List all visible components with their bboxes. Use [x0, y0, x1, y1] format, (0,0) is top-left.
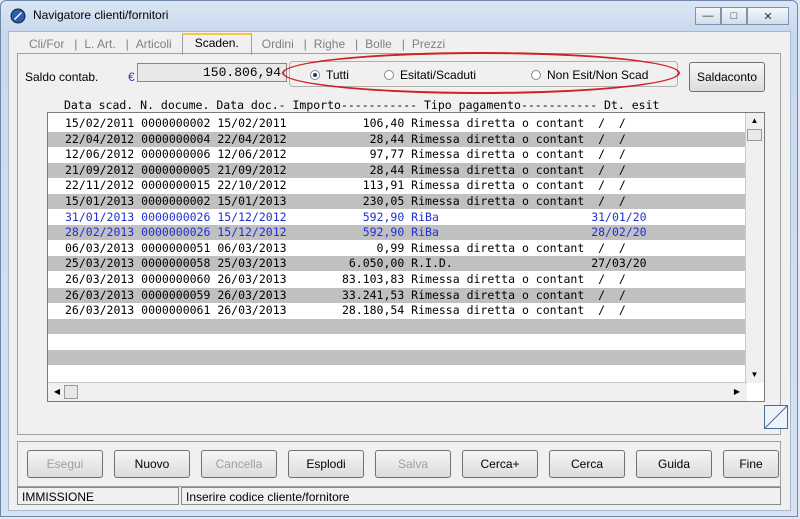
saldaconto-button[interactable]: Saldaconto: [689, 62, 765, 92]
table-row[interactable]: 28/02/2013 0000000026 15/12/2012 592,90 …: [48, 225, 745, 241]
saldo-label: Saldo contab.: [25, 70, 99, 84]
tab-prezzi[interactable]: Prezzi: [402, 35, 455, 53]
cancella-button[interactable]: Cancella: [201, 450, 277, 478]
tab-scaden[interactable]: Scaden.: [181, 33, 252, 55]
table-row[interactable]: 22/04/2012 0000000004 22/04/2012 28,44 R…: [48, 131, 745, 147]
status-mode: IMMISSIONE: [17, 487, 179, 505]
tab-l-art[interactable]: L. Art.: [74, 35, 129, 53]
scroll-right-icon[interactable]: ▶: [731, 386, 743, 398]
table-row[interactable]: [48, 350, 745, 365]
cerca-plus-button[interactable]: Cerca+: [462, 450, 538, 478]
cerca-button[interactable]: Cerca: [549, 450, 625, 478]
filter-tutti-radio[interactable]: Tutti: [310, 68, 349, 82]
table-row[interactable]: 25/03/2013 0000000058 25/03/2013 6.050,0…: [48, 256, 745, 272]
client-area: Cli/ForL. Art.ArticoliScaden.OrdiniRighe…: [8, 31, 791, 511]
horizontal-scrollbar[interactable]: ◀ ▶: [48, 382, 747, 401]
vertical-scroll-thumb[interactable]: [747, 129, 762, 141]
fine-button[interactable]: Fine: [723, 450, 779, 478]
table-row[interactable]: 26/03/2013 0000000059 26/03/2013 33.241,…: [48, 287, 745, 303]
minimize-icon: —: [702, 10, 714, 22]
table-row[interactable]: 31/01/2013 0000000026 15/12/2012 592,90 …: [48, 210, 745, 225]
tab-ordini[interactable]: Ordini: [252, 35, 307, 53]
filter-non-esit-radio[interactable]: Non Esit/Non Scad: [531, 68, 648, 82]
button-bar: Esegui Nuovo Cancella Esplodi Salva Cerca+ Cer…: [17, 441, 781, 487]
tab-cli-for[interactable]: Cli/For: [19, 35, 78, 53]
esplodi-button[interactable]: Esplodi: [288, 450, 364, 478]
grid-header: Data scad. N. docume. Data doc.- Importo…: [64, 98, 660, 112]
tab-articoli[interactable]: Articoli: [126, 35, 182, 53]
window-title: Navigatore clienti/fornitori: [33, 8, 169, 22]
radio-icon: [531, 70, 541, 80]
radio-icon: [384, 70, 394, 80]
esegui-button[interactable]: Esegui: [27, 450, 103, 478]
tab-strip: Cli/ForL. Art.ArticoliScaden.OrdiniRighe…: [19, 33, 455, 55]
table-row[interactable]: 26/03/2013 0000000061 26/03/2013 28.180,…: [48, 303, 745, 318]
vertical-scrollbar[interactable]: ▲ ▼: [745, 113, 764, 383]
saldo-value-field: 150.806,94: [137, 63, 287, 82]
table-row[interactable]: 26/03/2013 0000000060 26/03/2013 83.103,…: [48, 272, 745, 287]
app-icon: [10, 8, 26, 24]
app-window: Navigatore clienti/fornitori — □ ✕ Cli/F…: [0, 0, 798, 517]
table-row[interactable]: 06/03/2013 0000000051 06/03/2013 0,99 Ri…: [48, 241, 745, 256]
radio-selected-icon: [310, 70, 320, 80]
filter-esitati-radio[interactable]: Esitati/Scaduti: [384, 68, 476, 82]
close-button[interactable]: ✕: [747, 7, 789, 25]
horizontal-scroll-thumb[interactable]: [64, 385, 78, 399]
data-grid[interactable]: 15/02/2011 0000000002 15/02/2011 106,40 …: [47, 112, 765, 402]
salva-button[interactable]: Salva: [375, 450, 451, 478]
filter-label: Tutti: [326, 68, 349, 82]
guida-button[interactable]: Guida: [636, 450, 712, 478]
table-row[interactable]: 15/02/2011 0000000002 15/02/2011 106,40 …: [48, 116, 745, 131]
status-message: Inserire codice cliente/fornitore: [181, 487, 781, 505]
nuovo-button[interactable]: Nuovo: [114, 450, 190, 478]
maximize-button[interactable]: □: [721, 7, 747, 25]
table-row[interactable]: 22/11/2012 0000000015 22/10/2012 113,91 …: [48, 178, 745, 193]
resize-corner-icon: [764, 405, 788, 429]
scroll-left-icon[interactable]: ◀: [51, 386, 63, 398]
table-row[interactable]: 15/01/2013 0000000002 15/01/2013 230,05 …: [48, 194, 745, 209]
tab-righe[interactable]: Righe: [304, 35, 359, 53]
table-row[interactable]: [48, 318, 745, 334]
table-row[interactable]: 21/09/2012 0000000005 21/09/2012 28,44 R…: [48, 162, 745, 178]
filter-label: Non Esit/Non Scad: [547, 68, 649, 82]
tab-bolle[interactable]: Bolle: [355, 35, 404, 53]
filter-label: Esitati/Scaduti: [400, 68, 477, 82]
minimize-button[interactable]: —: [695, 7, 721, 25]
scroll-up-icon[interactable]: ▲: [748, 114, 761, 127]
table-row[interactable]: 12/06/2012 0000000006 12/06/2012 97,77 R…: [48, 147, 745, 162]
euro-icon: €: [128, 70, 135, 84]
maximize-icon: □: [730, 10, 738, 22]
scroll-down-icon[interactable]: ▼: [748, 368, 761, 381]
table-row[interactable]: [48, 334, 745, 349]
close-icon: ✕: [763, 10, 773, 23]
title-bar: Navigatore clienti/fornitori — □ ✕: [1, 1, 797, 31]
filter-group: Tutti Esitati/Scaduti Non Esit/Non Scad: [289, 61, 678, 87]
